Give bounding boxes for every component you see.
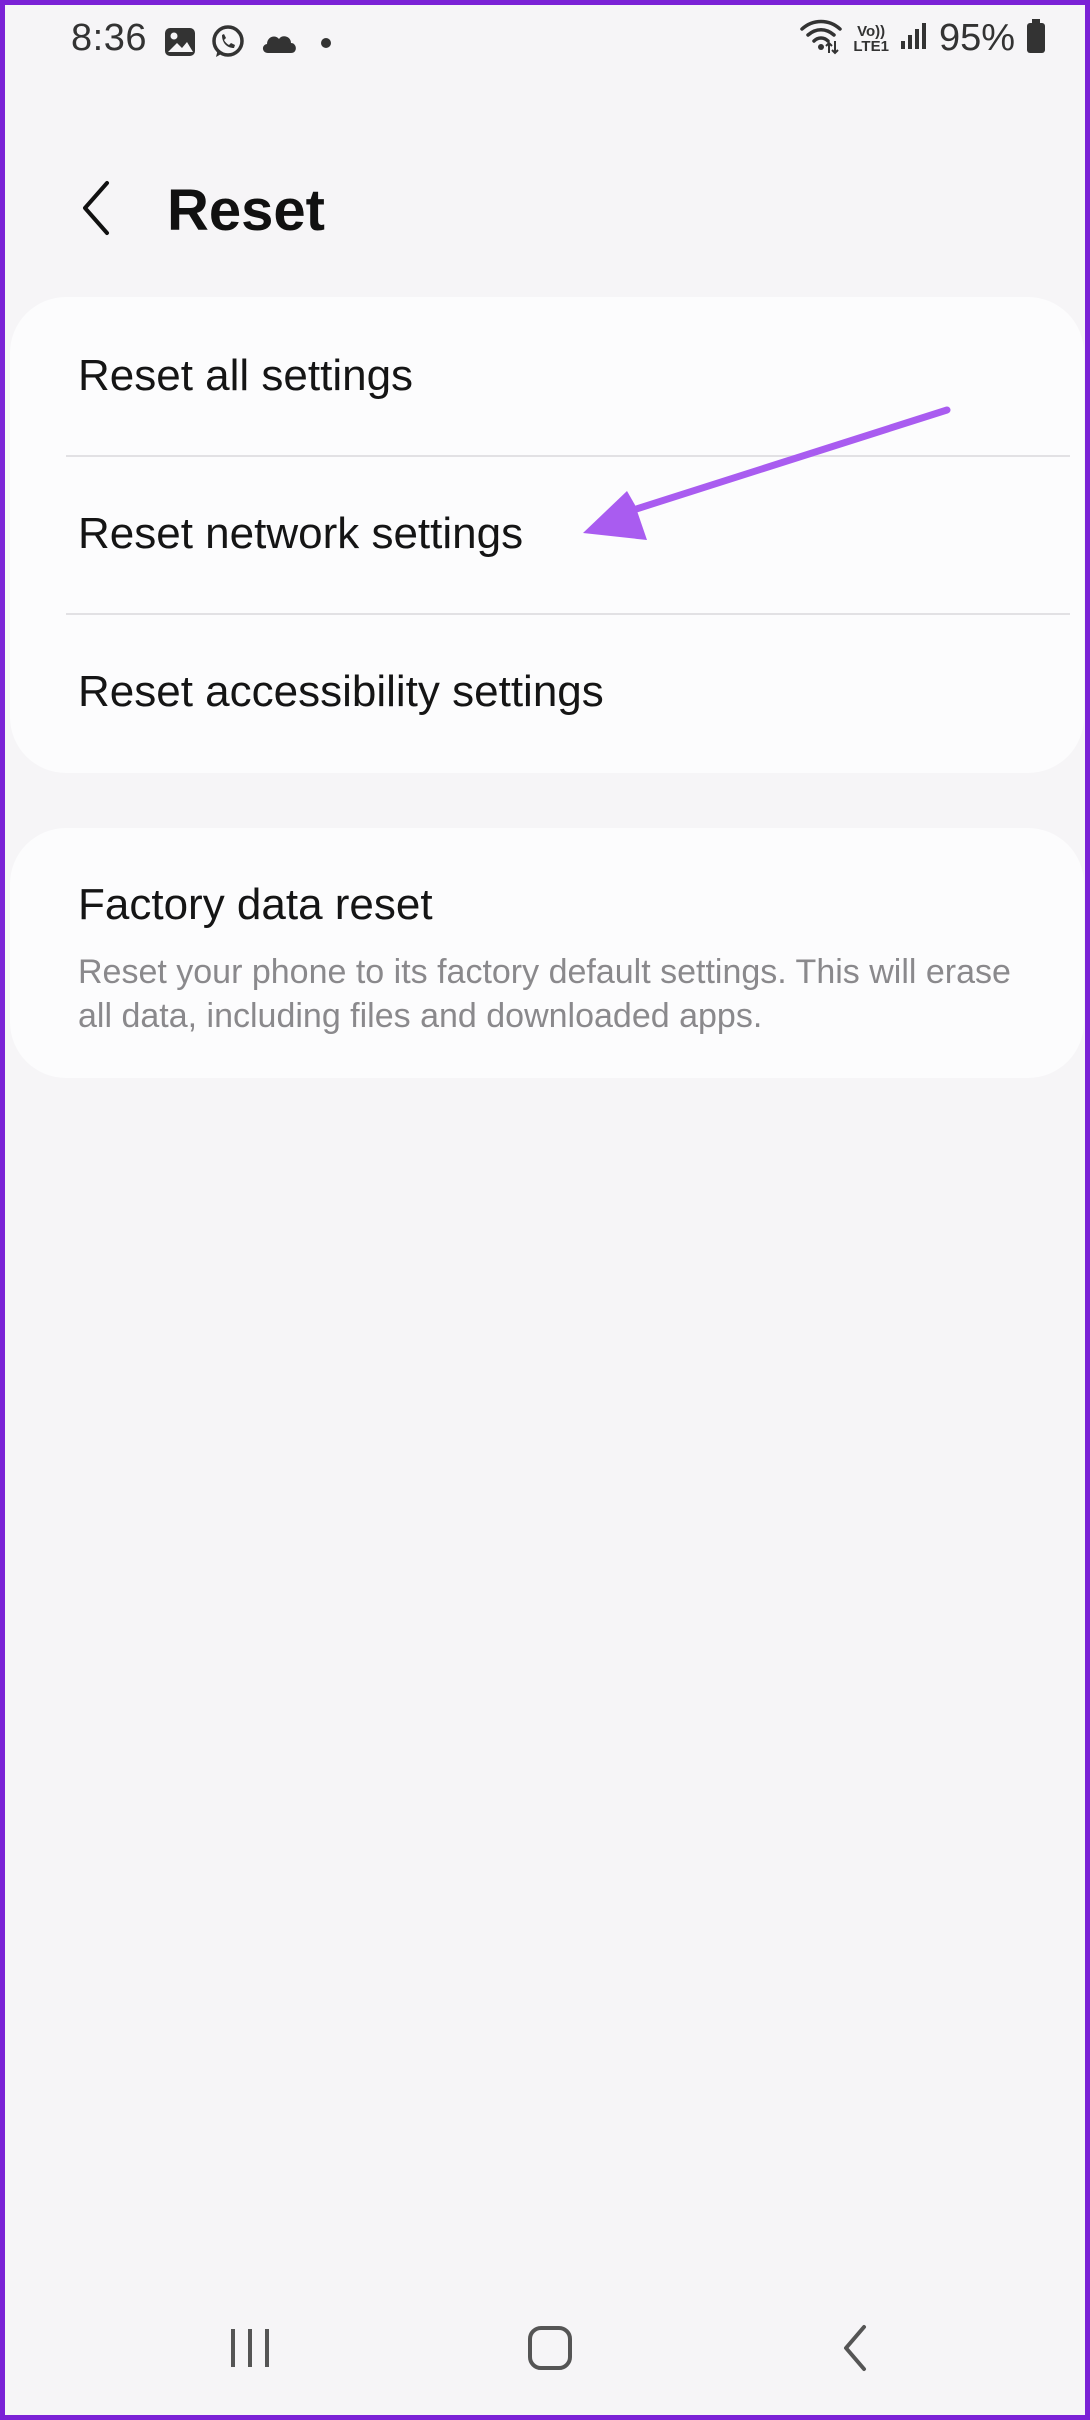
gallery-icon [163,25,197,64]
battery-icon [1025,18,1047,59]
whatsapp-icon [209,23,247,66]
battery-percent: 95% [938,17,1015,59]
volte-icon: Vo)) LTE1 [853,24,889,54]
factory-data-reset-content: Factory data reset Reset your phone to i… [78,880,1044,1038]
dot-icon [311,27,341,62]
reset-all-settings-label: Reset all settings [78,351,414,400]
reset-accessibility-settings-item[interactable]: Reset accessibility settings [10,613,1084,771]
back-button[interactable] [67,175,127,245]
screen-frame: 8:36 Vo)) LTE1 95% Reset Reset all setti… [0,0,1090,2420]
system-back-button[interactable] [811,2315,901,2385]
recents-button[interactable] [205,2315,295,2385]
system-status-icons: Vo)) LTE1 95% [799,17,1047,60]
signal-icon [899,21,929,56]
home-icon [525,2323,575,2378]
page-title: Reset [167,178,325,243]
back-icon [836,2323,876,2378]
recents-icon [225,2325,275,2376]
volte-bottom-label: LTE1 [853,37,889,55]
chevron-left-icon [77,178,117,243]
status-time: 8:36 [71,17,147,59]
reset-all-settings-item[interactable]: Reset all settings [10,297,1084,455]
notification-icons [163,23,341,66]
reset-network-settings-item[interactable]: Reset network settings [10,455,1084,613]
app-header: Reset [5,155,1085,265]
factory-data-reset-item[interactable]: Factory data reset Reset your phone to i… [10,828,1084,1078]
reset-accessibility-settings-label: Reset accessibility settings [78,667,604,716]
reset-options-card: Reset all settings Reset network setting… [10,297,1084,773]
factory-data-reset-description: Reset your phone to its factory default … [78,953,1011,1035]
factory-data-reset-title: Factory data reset [78,880,433,929]
cloud-icon [259,27,299,62]
reset-network-settings-label: Reset network settings [78,509,524,558]
wifi-icon [799,17,843,60]
status-bar: 8:36 Vo)) LTE1 95% [5,5,1085,85]
navigation-bar [5,2290,1085,2410]
home-button[interactable] [505,2315,595,2385]
